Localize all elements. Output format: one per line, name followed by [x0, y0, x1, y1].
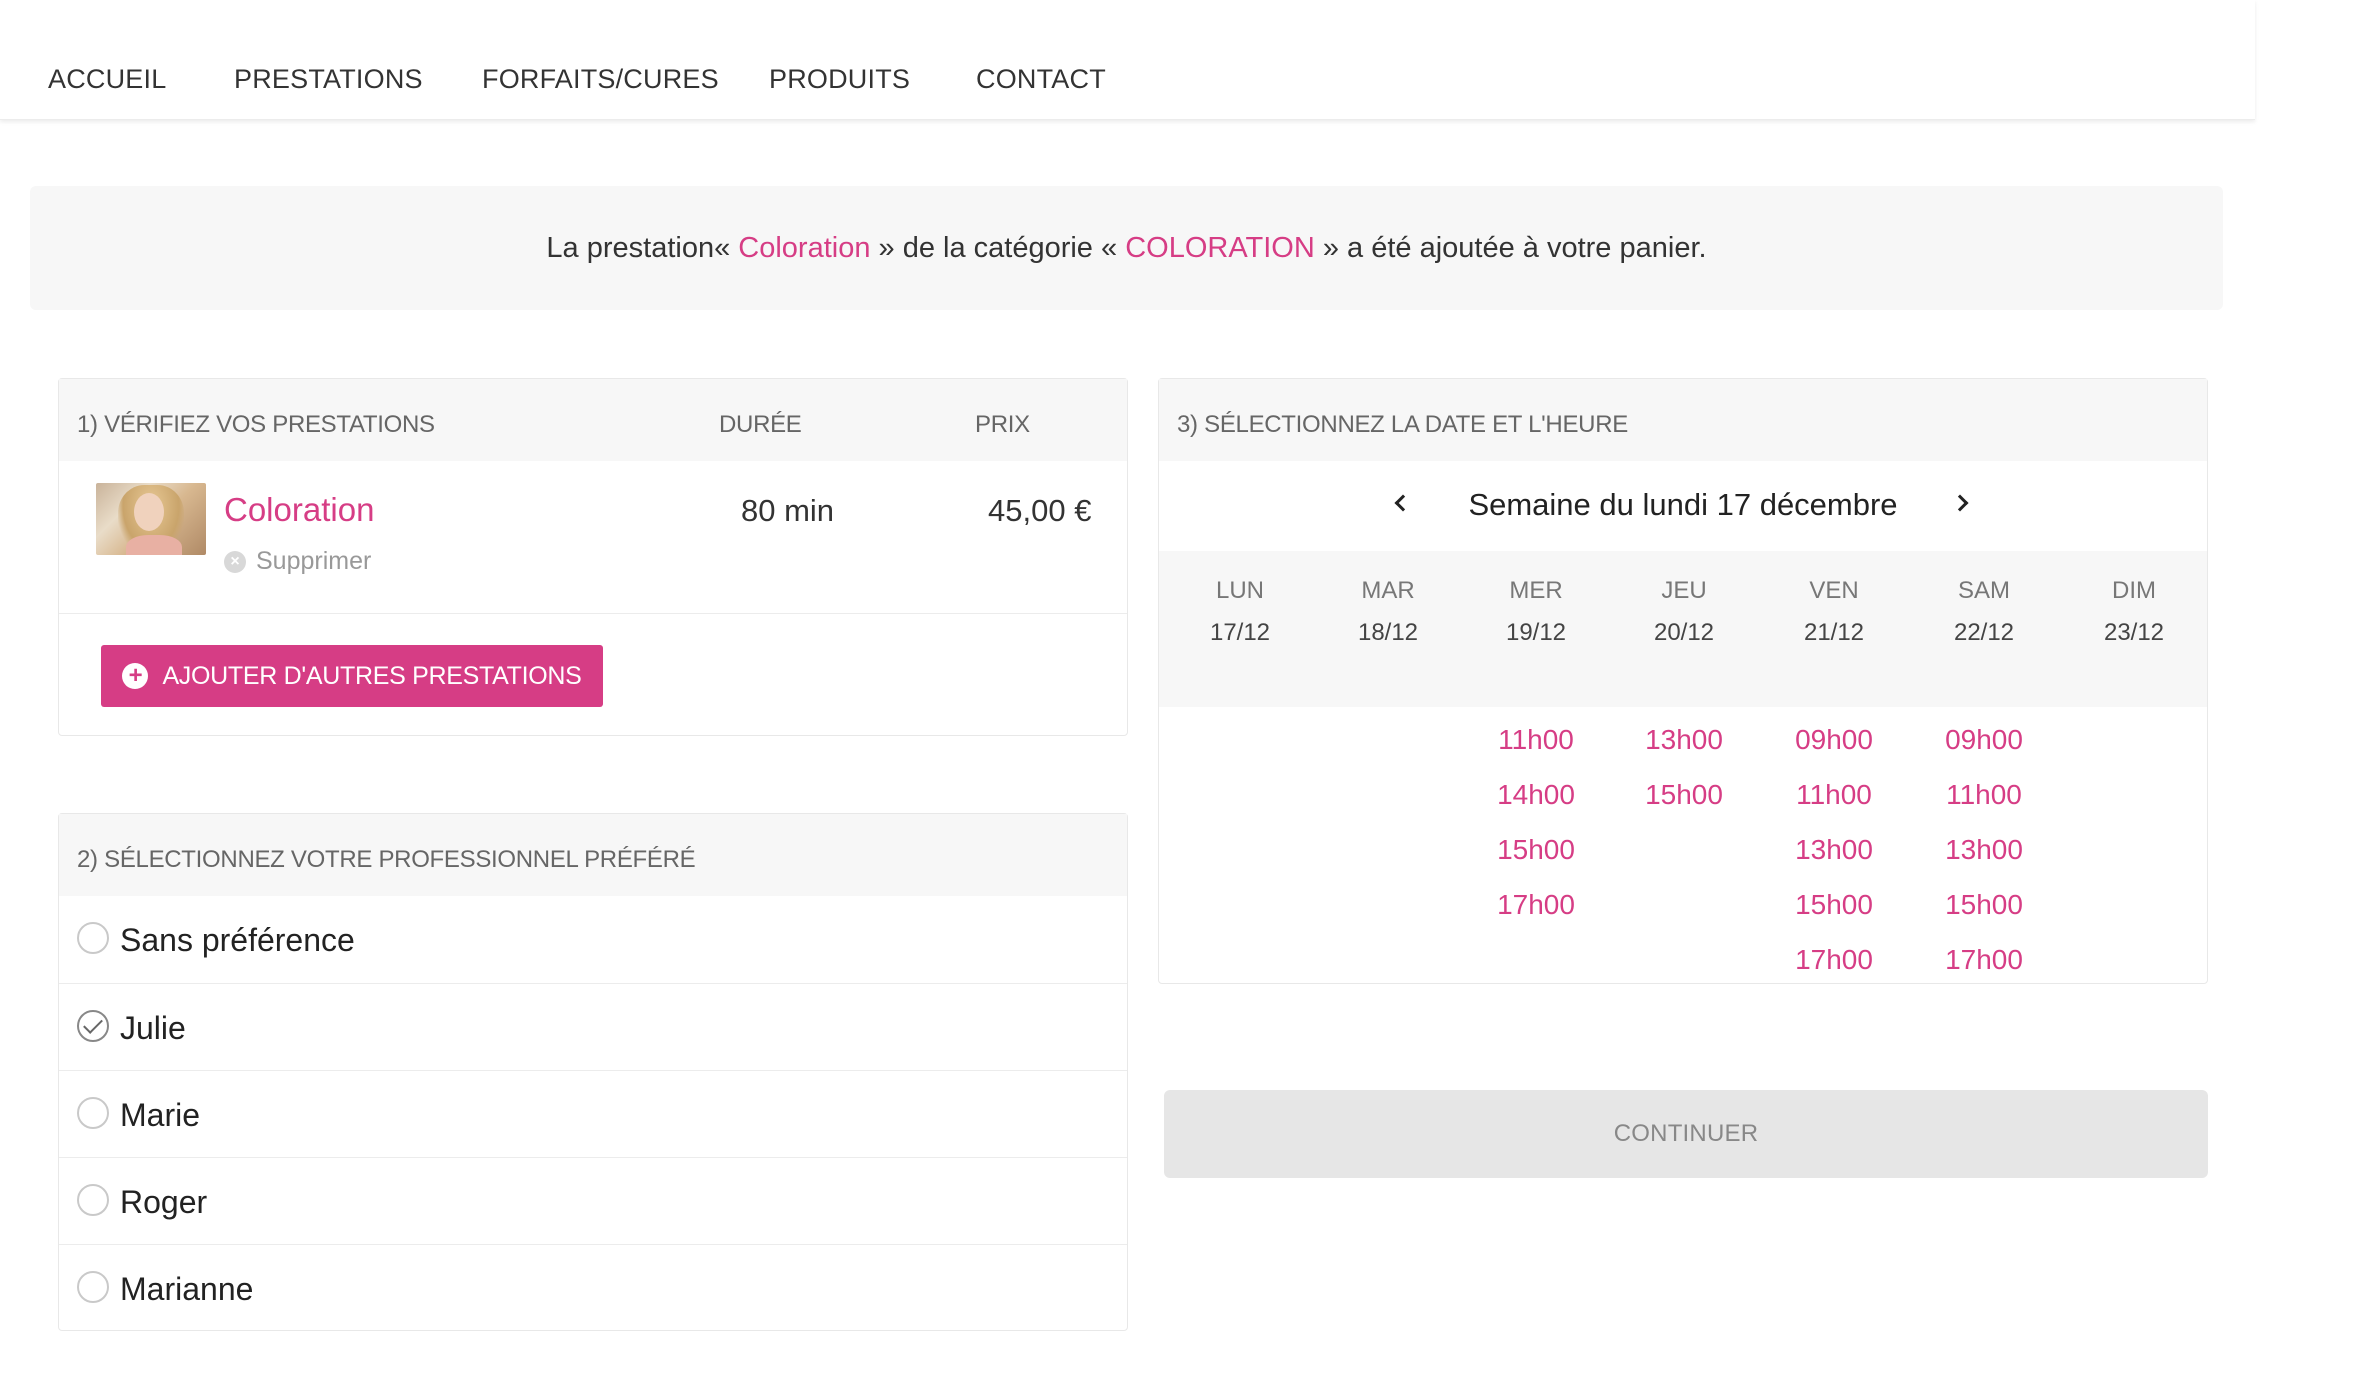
- service-duration: 80 min: [741, 493, 835, 528]
- day-header-lun: LUN 17/12: [1166, 551, 1314, 647]
- day-name: MER: [1509, 577, 1563, 604]
- banner-suffix: » a été ajoutée à votre panier.: [1314, 231, 1707, 264]
- cart-confirmation-banner: La prestation« Coloration » de la catégo…: [30, 186, 2223, 310]
- time-slot-mer-1[interactable]: 11h00: [1462, 724, 1610, 756]
- add-more-services-button[interactable]: + AJOUTER D'AUTRES PRESTATIONS: [101, 645, 603, 707]
- week-navigator: Semaine du lundi 17 décembre: [1159, 461, 2207, 551]
- services-panel-header: 1) VÉRIFIEZ VOS PRESTATIONS DURÉE PRIX: [59, 379, 1127, 461]
- time-slot-ven-5[interactable]: 17h00: [1760, 944, 1908, 976]
- day-name: SAM: [1957, 577, 2010, 604]
- banner-middle: » de la catégorie «: [870, 231, 1126, 264]
- time-slot-sam-5[interactable]: 17h00: [1910, 944, 2058, 976]
- day-name: MAR: [1361, 577, 1415, 604]
- nav-item-contact[interactable]: CONTACT: [976, 64, 1106, 95]
- professional-option-label: Julie: [120, 1010, 186, 1046]
- time-slot-mer-3[interactable]: 15h00: [1462, 834, 1610, 866]
- date-time-panel-title: 3) SÉLECTIONNEZ LA DATE ET L'HEURE: [1177, 411, 1628, 438]
- banner-prefix: La prestation«: [546, 231, 739, 264]
- radio-button[interactable]: [77, 1184, 109, 1216]
- day-name: LUN: [1215, 577, 1264, 604]
- row-divider: [59, 613, 1127, 614]
- remove-x-icon: ×: [224, 550, 246, 573]
- day-date: 19/12: [1505, 619, 1567, 646]
- day-name: DIM: [2112, 577, 2156, 604]
- professional-panel-title: 2) SÉLECTIONNEZ VOTRE PROFESSIONNEL PRÉF…: [77, 846, 696, 873]
- top-nav: ACCUEIL PRESTATIONS FORFAITS/CURES PRODU…: [0, 0, 2255, 120]
- professional-panel: 2) SÉLECTIONNEZ VOTRE PROFESSIONNEL PRÉF…: [58, 813, 1128, 1331]
- professional-panel-header: 2) SÉLECTIONNEZ VOTRE PROFESSIONNEL PRÉF…: [59, 814, 1127, 896]
- days-header: LUN 17/12 MAR 18/12 MER 19/12 JEU 20/12 …: [1159, 551, 2207, 707]
- professional-option-marie[interactable]: Marie: [59, 1070, 1127, 1157]
- day-name: JEU: [1661, 577, 1707, 604]
- radio-button[interactable]: [77, 1271, 109, 1303]
- day-date: 20/12: [1653, 619, 1715, 646]
- time-slot-ven-2[interactable]: 11h00: [1760, 779, 1908, 811]
- day-date: 21/12: [1803, 619, 1865, 646]
- time-slot-mer-4[interactable]: 17h00: [1462, 889, 1610, 921]
- professional-option-julie[interactable]: Julie: [59, 983, 1127, 1070]
- day-name: VEN: [1809, 577, 1859, 604]
- services-panel-title: 1) VÉRIFIEZ VOS PRESTATIONS: [77, 411, 435, 438]
- banner-category-link[interactable]: COLORATION: [1125, 232, 1315, 265]
- professional-option-marianne[interactable]: Marianne: [59, 1244, 1127, 1331]
- professional-option-label: Marianne: [120, 1271, 254, 1307]
- banner-service-link[interactable]: Coloration: [738, 232, 870, 265]
- time-slot-sam-3[interactable]: 13h00: [1910, 834, 2058, 866]
- professional-option-roger[interactable]: Roger: [59, 1157, 1127, 1244]
- duration-column-header: DURÉE: [719, 411, 802, 438]
- time-slot-ven-4[interactable]: 15h00: [1760, 889, 1908, 921]
- time-slot-mer-2[interactable]: 14h00: [1462, 779, 1610, 811]
- time-slot-jeu-2[interactable]: 15h00: [1610, 779, 1758, 811]
- day-date: 17/12: [1209, 619, 1271, 646]
- day-date: 22/12: [1953, 619, 2015, 646]
- service-price: 45,00 €: [988, 493, 1092, 528]
- day-header-jeu: JEU 20/12: [1610, 551, 1758, 647]
- day-header-mar: MAR 18/12: [1314, 551, 1462, 647]
- service-name-link[interactable]: Coloration: [224, 491, 374, 529]
- date-time-panel: 3) SÉLECTIONNEZ LA DATE ET L'HEURE Semai…: [1158, 378, 2208, 984]
- professional-option-label: Sans préférence: [120, 922, 355, 958]
- time-slot-jeu-1[interactable]: 13h00: [1610, 724, 1758, 756]
- nav-item-produits[interactable]: PRODUITS: [769, 64, 910, 95]
- day-header-sam: SAM 22/12: [1910, 551, 2058, 647]
- day-header-ven: VEN 21/12: [1760, 551, 1908, 647]
- radio-button[interactable]: [77, 922, 109, 954]
- service-thumbnail: [96, 483, 206, 555]
- continue-button[interactable]: CONTINUER: [1164, 1090, 2208, 1178]
- plus-circle-icon: +: [122, 663, 149, 689]
- time-slot-sam-1[interactable]: 09h00: [1910, 724, 2058, 756]
- day-header-dim: DIM 23/12: [2060, 551, 2208, 647]
- date-time-panel-header: 3) SÉLECTIONNEZ LA DATE ET L'HEURE: [1159, 379, 2207, 461]
- time-slot-sam-2[interactable]: 11h00: [1910, 779, 2058, 811]
- time-slot-ven-1[interactable]: 09h00: [1760, 724, 1908, 756]
- nav-item-accueil[interactable]: ACCUEIL: [48, 64, 166, 95]
- day-date: 23/12: [2103, 619, 2165, 646]
- time-slot-ven-3[interactable]: 13h00: [1760, 834, 1908, 866]
- services-panel: 1) VÉRIFIEZ VOS PRESTATIONS DURÉE PRIX C…: [58, 378, 1128, 736]
- remove-service-button[interactable]: × Supprimer: [224, 547, 371, 576]
- radio-button[interactable]: [77, 1097, 109, 1129]
- nav-item-prestations[interactable]: PRESTATIONS: [234, 64, 423, 95]
- professional-option-label: Roger: [120, 1184, 208, 1220]
- professional-option-label: Marie: [120, 1097, 201, 1133]
- time-slot-sam-4[interactable]: 15h00: [1910, 889, 2058, 921]
- chevron-right-icon[interactable]: [1940, 483, 1980, 523]
- radio-checked-icon[interactable]: [77, 1010, 109, 1042]
- remove-label: Supprimer: [256, 547, 372, 575]
- week-label: Semaine du lundi 17 décembre: [1468, 487, 1898, 522]
- day-header-mer: MER 19/12: [1462, 551, 1610, 647]
- day-date: 18/12: [1357, 619, 1419, 646]
- professional-option-sans-preference[interactable]: Sans préférence: [59, 896, 1127, 983]
- price-column-header: PRIX: [975, 411, 1030, 438]
- nav-item-forfaits-cures[interactable]: FORFAITS/CURES: [482, 64, 719, 95]
- add-more-services-label: AJOUTER D'AUTRES PRESTATIONS: [162, 661, 582, 690]
